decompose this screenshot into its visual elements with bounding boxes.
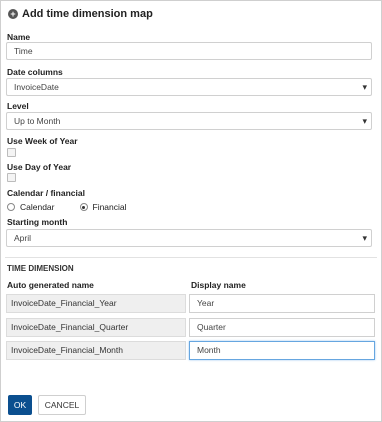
- display-name-header: Display name: [191, 280, 246, 290]
- level-value: Up to Month: [14, 116, 61, 126]
- starting-month-value: April: [14, 233, 32, 243]
- ok-button[interactable]: OK: [8, 395, 32, 415]
- time-dimension-title: TIME DIMENSION: [7, 264, 74, 273]
- financial-radio-label: Financial: [92, 202, 127, 212]
- starting-month-select[interactable]: April: [6, 229, 372, 247]
- level-select[interactable]: Up to Month: [6, 112, 372, 130]
- date-columns-label: Date columns: [7, 67, 63, 77]
- calendar-financial-label: Calendar / financial: [7, 188, 85, 198]
- date-columns-select[interactable]: InvoiceDate: [6, 78, 372, 96]
- name-label: Name: [7, 32, 31, 42]
- date-columns-value: InvoiceDate: [14, 82, 59, 92]
- day-of-year-label: Use Day of Year: [7, 162, 72, 172]
- calendar-radio[interactable]: [7, 203, 15, 211]
- financial-radio[interactable]: [79, 203, 88, 211]
- auto-name-cell: InvoiceDate_Financial_Month: [6, 341, 186, 360]
- name-input[interactable]: Time: [6, 42, 372, 60]
- section-divider: [5, 257, 377, 258]
- calendar-radio-label: Calendar: [20, 202, 55, 212]
- level-label: Level: [7, 101, 29, 111]
- auto-name-cell: InvoiceDate_Financial_Quarter: [6, 318, 186, 337]
- dialog-title: Add time dimension map: [22, 8, 153, 20]
- plus-circle-icon: +: [8, 9, 18, 19]
- auto-generated-name-header: Auto generated name: [7, 280, 94, 290]
- dialog-title-bar: + Add time dimension map: [8, 6, 153, 22]
- week-of-year-checkbox[interactable]: [7, 148, 16, 157]
- cancel-button[interactable]: CANCEL: [38, 395, 86, 415]
- display-name-input[interactable]: Quarter: [189, 318, 375, 337]
- week-of-year-label: Use Week of Year: [7, 136, 78, 146]
- day-of-year-checkbox[interactable]: [7, 173, 16, 182]
- starting-month-label: Starting month: [7, 217, 68, 227]
- display-name-input[interactable]: Month: [189, 341, 375, 360]
- add-time-dimension-dialog: + Add time dimension map Name Time Date …: [0, 0, 382, 422]
- display-name-input[interactable]: Year: [189, 294, 375, 313]
- auto-name-cell: InvoiceDate_Financial_Year: [6, 294, 186, 313]
- calendar-financial-radio-group: Calendar Financial: [7, 202, 127, 212]
